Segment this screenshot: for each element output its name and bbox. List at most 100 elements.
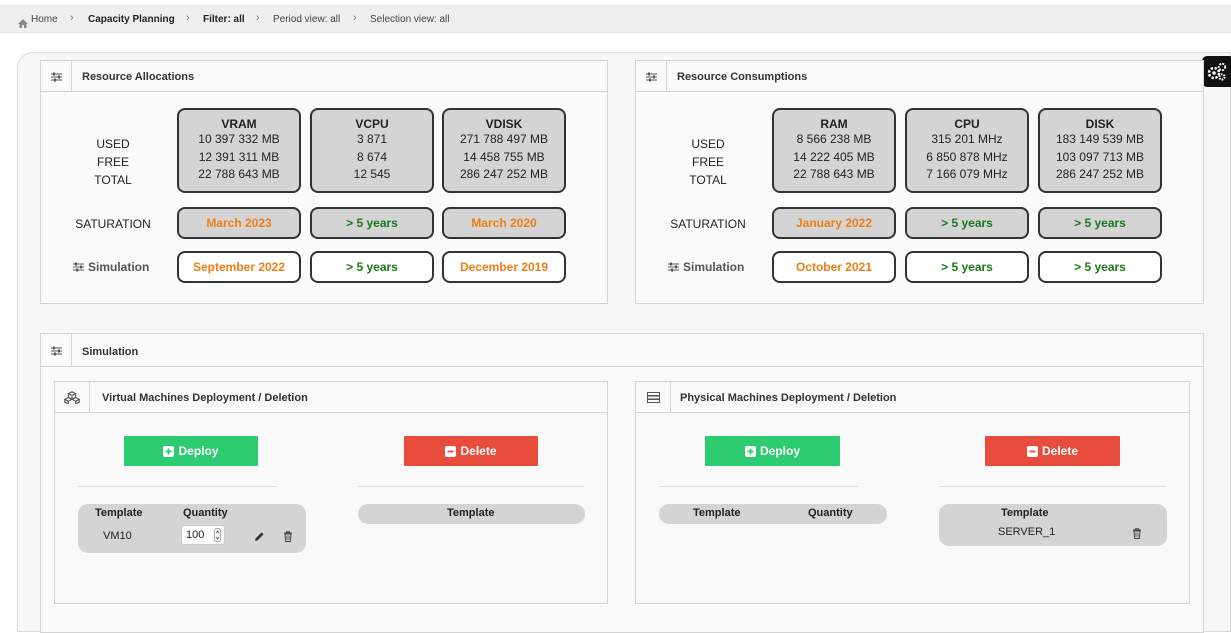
ram-total: 22 788 643 MB xyxy=(793,167,875,181)
vm-deploy-button[interactable]: Deploy xyxy=(124,436,258,466)
cpu-simulation: > 5 years xyxy=(905,251,1029,283)
vdisk-saturation: March 2020 xyxy=(442,207,566,239)
vdisk-used: 271 788 497 MB xyxy=(459,132,549,146)
vram-used: 10 397 332 MB xyxy=(198,132,280,146)
server-icon[interactable] xyxy=(636,382,671,413)
vram-total: 22 788 643 MB xyxy=(198,167,280,181)
home-icon[interactable] xyxy=(18,15,28,33)
cpu-title: CPU xyxy=(954,117,980,131)
plus-square-icon xyxy=(744,445,756,457)
cubes-icon[interactable] xyxy=(55,382,90,413)
vdisk-title: VDISK xyxy=(485,117,523,131)
panel-title: Resource Allocations xyxy=(82,71,195,83)
simulation-label: Simulation xyxy=(73,260,149,274)
quantity-header: Quantity xyxy=(808,507,853,519)
ram-box: RAM 8 566 238 MB 14 222 405 MB 22 788 64… xyxy=(772,108,896,193)
vcpu-simulation: > 5 years xyxy=(310,251,434,283)
cpu-total: 7 166 079 MHz xyxy=(926,167,1008,181)
vcpu-total: 12 545 xyxy=(353,167,391,181)
pm-template-cell: SERVER_1 xyxy=(998,526,1056,538)
breadcrumb-capacity-planning[interactable]: Capacity Planning xyxy=(88,14,175,25)
pm-deployment-panel: Physical Machines Deployment / Deletion … xyxy=(635,381,1190,604)
vdisk-total: 286 247 252 MB xyxy=(459,167,549,181)
vdisk-simulation: December 2019 xyxy=(442,251,566,283)
vcpu-title: VCPU xyxy=(355,117,389,131)
simulation-label: Simulation xyxy=(668,260,744,274)
delete-label: Delete xyxy=(460,444,497,458)
sliders-icon[interactable] xyxy=(41,334,72,367)
sliders-icon[interactable] xyxy=(636,61,667,92)
minus-square-icon xyxy=(1026,445,1038,457)
deploy-label: Deploy xyxy=(759,444,800,458)
vram-simulation: September 2022 xyxy=(177,251,301,283)
quantity-header: Quantity xyxy=(183,507,228,519)
vdisk-free: 14 458 755 MB xyxy=(463,149,545,164)
chevron-right-icon: › xyxy=(70,12,74,24)
saturation-label: SATURATION xyxy=(670,217,746,231)
disk-used: 183 149 539 MB xyxy=(1055,132,1145,146)
ram-used: 8 566 238 MB xyxy=(796,132,872,146)
vcpu-box: VCPU 3 871 8 674 12 545 xyxy=(310,108,434,193)
stepper-arrows-icon[interactable] xyxy=(214,528,221,548)
free-label: FREE xyxy=(691,155,724,169)
free-label: FREE xyxy=(96,155,129,169)
panel-title: Virtual Machines Deployment / Deletion xyxy=(102,392,308,404)
template-header: Template xyxy=(95,507,143,519)
edit-pencil-icon[interactable] xyxy=(254,529,265,547)
ram-simulation: October 2021 xyxy=(772,251,896,283)
cpu-box: CPU 315 201 MHz 6 850 878 MHz 7 166 079 … xyxy=(905,108,1029,193)
quantity-stepper[interactable]: 100 xyxy=(181,525,225,545)
deploy-label: Deploy xyxy=(178,444,219,458)
disk-simulation: > 5 years xyxy=(1038,251,1162,283)
sliders-icon xyxy=(668,262,679,272)
divider xyxy=(78,486,277,487)
pm-deploy-button[interactable]: Deploy xyxy=(705,436,840,466)
divider xyxy=(939,486,1166,487)
breadcrumb-selection-view[interactable]: Selection view: all xyxy=(370,14,449,25)
breadcrumb-period-view[interactable]: Period view: all xyxy=(273,14,340,25)
cpu-used: 315 201 MHz xyxy=(931,132,1003,146)
panel-title: Physical Machines Deployment / Deletion xyxy=(680,392,897,404)
settings-gear-button[interactable] xyxy=(1202,56,1231,87)
gears-icon xyxy=(1207,62,1226,81)
pm-delete-table: Template SERVER_1 xyxy=(939,504,1167,546)
row-labels: USED FREE TOTAL xyxy=(85,135,141,189)
disk-total: 286 247 252 MB xyxy=(1055,167,1145,181)
breadcrumb-filter[interactable]: Filter: all xyxy=(203,14,245,25)
trash-icon[interactable] xyxy=(1132,526,1142,544)
delete-label: Delete xyxy=(1041,444,1079,458)
breadcrumb: Home › Capacity Planning › Filter: all ›… xyxy=(0,5,1231,33)
vm-deployment-panel: Virtual Machines Deployment / Deletion D… xyxy=(54,381,608,604)
quantity-value[interactable]: 100 xyxy=(186,529,204,541)
saturation-label: SATURATION xyxy=(75,217,151,231)
sliders-icon xyxy=(73,262,84,272)
cpu-free: 6 850 878 MHz xyxy=(926,149,1008,164)
panel-title: Resource Consumptions xyxy=(677,71,808,83)
vm-deploy-table: Template Quantity VM10 100 xyxy=(78,504,306,553)
chevron-right-icon: › xyxy=(256,12,260,24)
total-label: TOTAL xyxy=(689,173,727,187)
ram-free: 14 222 405 MB xyxy=(793,149,875,164)
resource-consumptions-panel: Resource Consumptions USED FREE TOTAL RA… xyxy=(635,60,1204,304)
vdisk-box: VDISK 271 788 497 MB 14 458 755 MB 286 2… xyxy=(442,108,566,193)
vram-box: VRAM 10 397 332 MB 12 391 311 MB 22 788 … xyxy=(177,108,301,193)
divider xyxy=(358,486,584,487)
trash-icon[interactable] xyxy=(283,529,293,547)
cpu-saturation: > 5 years xyxy=(905,207,1029,239)
disk-saturation: > 5 years xyxy=(1038,207,1162,239)
template-header: Template xyxy=(693,507,741,519)
breadcrumb-home[interactable]: Home xyxy=(31,14,58,25)
disk-free: 103 097 713 MB xyxy=(1055,149,1145,164)
pm-delete-button[interactable]: Delete xyxy=(985,436,1120,466)
template-header: Template xyxy=(1001,507,1049,519)
vram-title: VRAM xyxy=(221,117,257,131)
resource-allocations-panel: Resource Allocations USED FREE TOTAL VRA… xyxy=(40,60,608,304)
vram-saturation: March 2023 xyxy=(177,207,301,239)
ram-saturation: January 2022 xyxy=(772,207,896,239)
chevron-right-icon: › xyxy=(186,12,190,24)
plus-square-icon xyxy=(163,445,175,457)
sliders-icon[interactable] xyxy=(41,61,72,92)
chevron-right-icon: › xyxy=(353,12,357,24)
vm-delete-button[interactable]: Delete xyxy=(404,436,538,466)
simulation-label-text: Simulation xyxy=(683,260,745,274)
